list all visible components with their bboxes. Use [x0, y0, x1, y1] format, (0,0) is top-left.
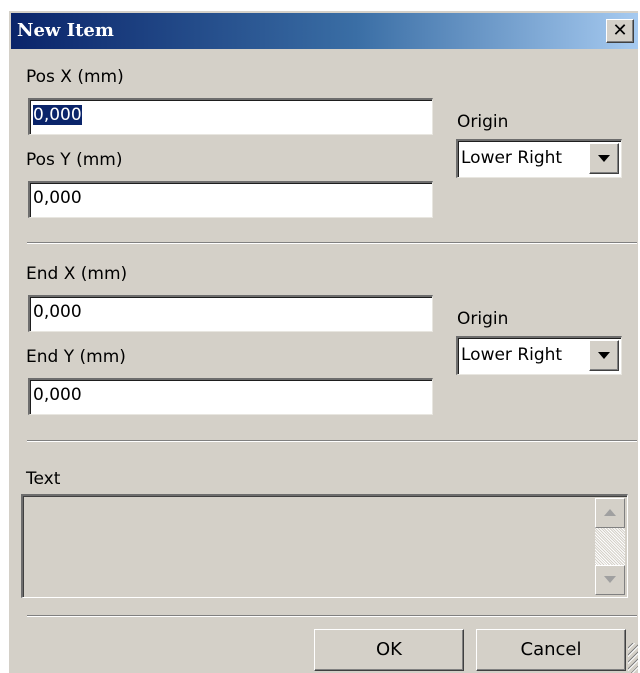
end-y-input[interactable]: 0,000 [28, 378, 433, 415]
pos-origin-label: Origin [457, 112, 509, 132]
pos-x-input[interactable]: 0,000 [28, 98, 433, 135]
scroll-up-arrow-icon[interactable] [595, 498, 625, 528]
window-title: New Item [17, 20, 114, 41]
close-button[interactable]: ✕ [606, 19, 634, 43]
end-origin-select[interactable]: Lower Right [456, 336, 622, 375]
separator-2 [27, 440, 637, 442]
pos-origin-dropdown-arrow-icon[interactable] [589, 143, 619, 174]
text-scrollbar[interactable] [595, 498, 625, 595]
pos-origin-select[interactable]: Lower Right [456, 139, 622, 178]
pos-x-label: Pos X (mm) [26, 67, 124, 87]
separator-1 [27, 242, 637, 244]
end-origin-label: Origin [457, 309, 509, 329]
close-icon: ✕ [612, 20, 628, 41]
end-origin-value: Lower Right [461, 345, 563, 365]
end-x-value: 0,000 [33, 302, 82, 322]
resize-grip-icon[interactable] [628, 643, 638, 673]
cancel-button[interactable]: Cancel [476, 629, 626, 671]
pos-origin-value: Lower Right [461, 148, 563, 168]
end-y-label: End Y (mm) [26, 347, 126, 367]
pos-y-label: Pos Y (mm) [26, 150, 123, 170]
end-origin-dropdown-arrow-icon[interactable] [589, 340, 619, 371]
new-item-dialog: New Item ✕ Pos X (mm) 0,000 Origin Lower… [8, 10, 638, 673]
text-label: Text [26, 469, 61, 489]
end-y-value: 0,000 [33, 385, 82, 405]
separator-3 [27, 615, 637, 617]
pos-y-value: 0,000 [33, 188, 82, 208]
end-x-label: End X (mm) [26, 264, 128, 284]
ok-button[interactable]: OK [314, 629, 464, 671]
scroll-down-arrow-icon[interactable] [595, 565, 625, 595]
text-area[interactable] [21, 494, 628, 598]
pos-y-input[interactable]: 0,000 [28, 181, 433, 218]
title-bar[interactable]: New Item ✕ [11, 13, 638, 49]
end-x-input[interactable]: 0,000 [28, 295, 433, 332]
pos-x-value: 0,000 [33, 105, 82, 125]
